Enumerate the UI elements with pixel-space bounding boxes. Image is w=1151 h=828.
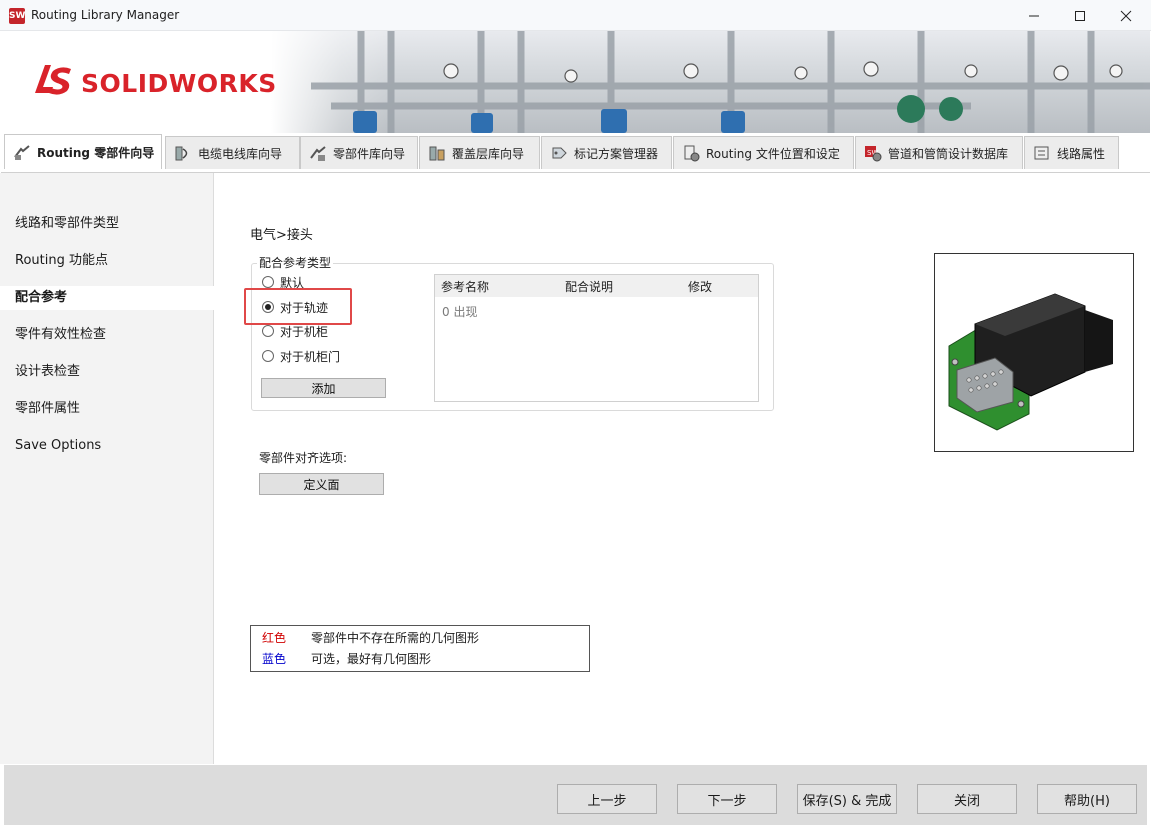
radio-dot	[262, 276, 274, 288]
component-preview	[934, 253, 1134, 452]
plant-image	[271, 31, 1150, 133]
solidworks-logo-text: SOLIDWORKS	[81, 69, 277, 98]
close-icon	[1120, 10, 1132, 21]
tab-tag-scheme-manager[interactable]: 标记方案管理器	[541, 136, 672, 169]
connector-preview-image	[948, 293, 1113, 431]
breadcrumb: 电气>接头	[250, 228, 313, 243]
nav-item-routing-points[interactable]: Routing 功能点	[0, 249, 214, 273]
maximize-button[interactable]	[1057, 0, 1103, 31]
tab-pipe-tube-database[interactable]: SW 管道和管筒设计数据库	[855, 136, 1023, 169]
window-title: Routing Library Manager	[31, 8, 180, 22]
tab-label: 标记方案管理器	[574, 146, 659, 161]
tab-route-properties[interactable]: 线路属性	[1024, 136, 1119, 169]
tag-scheme-icon	[552, 147, 567, 159]
define-face-button[interactable]: 定义面	[259, 473, 384, 495]
radio-for-cabinet-door[interactable]: 对于机柜门	[262, 346, 340, 366]
tab-label: 线路属性	[1057, 146, 1106, 161]
banner: SOLIDWORKS	[1, 31, 1150, 133]
tab-routing-file-locations[interactable]: Routing 文件位置和设定	[673, 136, 854, 169]
nav-item-part-validity-check[interactable]: 零件有效性检查	[0, 323, 214, 347]
minimize-button[interactable]	[1011, 0, 1057, 31]
covering-library-icon	[429, 146, 445, 161]
tab-label: 覆盖层库向导	[452, 146, 525, 161]
column-header-mate-description[interactable]: 配合说明	[565, 278, 613, 295]
tab-routing-component-wizard[interactable]: Routing 零部件向导	[4, 134, 162, 169]
tab-label: 电缆电线库向导	[198, 146, 283, 161]
pipe-database-icon: SW	[865, 146, 882, 162]
tab-component-library-wizard[interactable]: 零部件库向导	[300, 136, 418, 169]
nav-item-design-table-check[interactable]: 设计表检查	[0, 360, 214, 384]
component-library-icon	[310, 146, 326, 161]
maximize-icon	[1075, 10, 1085, 21]
radio-dot	[262, 350, 274, 362]
next-button[interactable]: 下一步	[677, 784, 777, 814]
column-header-reference-name[interactable]: 参考名称	[441, 278, 489, 295]
radio-label: 对于机柜	[280, 324, 329, 339]
legend-red-text: 零部件中不存在所需的几何图形	[311, 631, 480, 645]
close-button[interactable]: 关闭	[917, 784, 1017, 814]
radio-dot	[262, 325, 274, 337]
component-alignment-label: 零部件对齐选项:	[259, 451, 348, 465]
routing-component-icon	[14, 145, 30, 160]
empty-table-text: 0 出现	[442, 305, 478, 319]
nav-item-mate-references[interactable]: 配合参考	[0, 286, 214, 310]
legend-red-label: 红色	[262, 631, 287, 645]
column-header-modify[interactable]: 修改	[688, 278, 712, 295]
nav-item-route-component-type[interactable]: 线路和零部件类型	[0, 212, 214, 236]
tab-label: Routing 文件位置和设定	[706, 146, 840, 161]
route-properties-icon	[1034, 146, 1049, 160]
tab-label: 零部件库向导	[333, 146, 406, 161]
add-button[interactable]: 添加	[261, 378, 386, 398]
previous-button[interactable]: 上一步	[557, 784, 657, 814]
cable-library-icon	[175, 146, 188, 161]
file-location-icon	[684, 145, 700, 162]
radio-label: 对于机柜门	[280, 349, 341, 364]
tab-covering-library-wizard[interactable]: 覆盖层库向导	[419, 136, 540, 169]
nav-item-component-properties[interactable]: 零部件属性	[0, 397, 214, 421]
solidworks-logo-icon	[35, 65, 71, 95]
legend-blue-text: 可选，最好有几何图形	[311, 652, 432, 666]
group-legend: 配合参考类型	[257, 254, 334, 271]
nav-item-save-options[interactable]: Save Options	[0, 434, 214, 458]
close-window-button[interactable]	[1103, 0, 1149, 31]
legend-blue-label: 蓝色	[262, 652, 287, 666]
tab-label: Routing 零部件向导	[37, 145, 155, 160]
tab-label: 管道和管筒设计数据库	[888, 146, 1009, 161]
minimize-icon	[1029, 15, 1039, 16]
save-finish-button[interactable]: 保存(S) & 完成	[797, 784, 897, 814]
selection-highlight	[244, 288, 352, 325]
sw-app-icon: SW	[9, 8, 25, 24]
tab-cable-library-wizard[interactable]: 电缆电线库向导	[165, 136, 300, 169]
help-button[interactable]: 帮助(H)	[1037, 784, 1137, 814]
